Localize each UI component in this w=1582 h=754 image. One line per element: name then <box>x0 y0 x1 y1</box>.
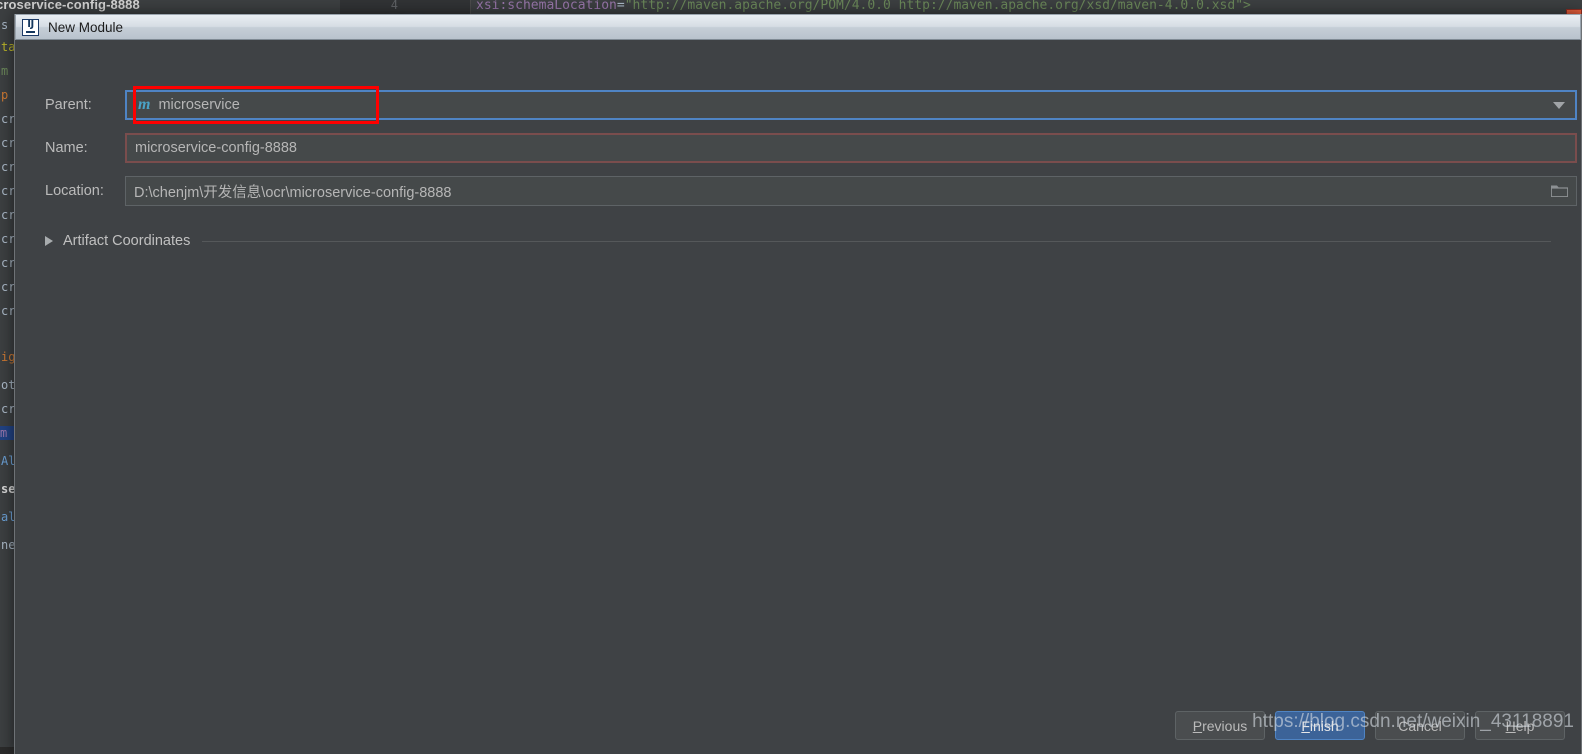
editor-tab-label[interactable]: croservice-config-8888 <box>0 0 140 12</box>
location-label: Location: <box>45 183 104 199</box>
code-fragment: p <box>1 88 9 102</box>
dialog-title-bar[interactable]: New Module <box>15 14 1581 40</box>
editor-gutter: 4 <box>340 0 471 14</box>
folder-icon[interactable] <box>1551 184 1568 197</box>
code-token-equals: = <box>616 0 625 13</box>
chevron-right-icon[interactable] <box>45 236 53 246</box>
code-fragment: s <box>1 18 9 32</box>
dialog-title: New Module <box>48 19 124 35</box>
finish-button[interactable]: Finish <box>1275 711 1365 740</box>
code-fragment: m <box>1 64 9 78</box>
previous-button-label: revious <box>1202 717 1248 734</box>
name-label: Name: <box>45 140 88 156</box>
parent-field-row: Parent: m microservice <box>15 90 1581 120</box>
location-value: D:\chenjm\开发信息\ocr\microservice-config-8… <box>134 184 452 201</box>
editor-line-number: 4 <box>390 0 398 12</box>
finish-button-mnemonic: F <box>1301 717 1310 734</box>
chevron-down-icon[interactable] <box>1553 102 1565 109</box>
intellij-idea-icon <box>22 18 39 36</box>
editor-tab-bar: croservice-config-8888 4 xsi:schemaLocat… <box>0 0 1582 15</box>
parent-combobox[interactable]: m microservice <box>125 90 1577 120</box>
help-button[interactable]: Help <box>1475 711 1565 740</box>
artifact-coordinates-section[interactable]: Artifact Coordinates <box>45 230 1551 252</box>
parent-label: Parent: <box>45 97 92 113</box>
cancel-button-label: Cancel <box>1398 717 1442 734</box>
parent-value: microservice <box>158 97 240 113</box>
code-token-value: "http://maven.apache.org/POM/4.0.0 http:… <box>624 0 1251 13</box>
finish-button-label: inish <box>1309 717 1339 734</box>
previous-button-mnemonic: P <box>1192 717 1203 734</box>
dialog-body: Parent: m microservice Name: microservic… <box>15 40 1581 754</box>
section-divider <box>202 240 1551 242</box>
help-button-mnemonic: H <box>1505 717 1516 734</box>
name-input[interactable]: microservice-config-8888 <box>125 133 1577 163</box>
new-module-dialog: New Module Parent: m microservice Name: … <box>14 14 1582 754</box>
editor-code-line: xsi:schemaLocation="http://maven.apache.… <box>476 0 1251 13</box>
dialog-button-bar: Previous Finish Cancel Help <box>1175 711 1565 740</box>
artifact-coordinates-label: Artifact Coordinates <box>63 233 191 249</box>
help-button-label: elp <box>1515 717 1535 734</box>
location-field-row: Location: D:\chenjm\开发信息\ocr\microservic… <box>15 176 1581 206</box>
name-value: microservice-config-8888 <box>135 140 297 156</box>
location-input[interactable]: D:\chenjm\开发信息\ocr\microservice-config-8… <box>125 176 1577 206</box>
maven-module-icon: m <box>138 96 151 113</box>
name-field-row: Name: microservice-config-8888 <box>15 133 1581 163</box>
code-token-attribute: xsi:schemaLocation <box>476 0 617 13</box>
previous-button[interactable]: Previous <box>1175 711 1265 740</box>
cancel-button[interactable]: Cancel <box>1375 711 1465 740</box>
